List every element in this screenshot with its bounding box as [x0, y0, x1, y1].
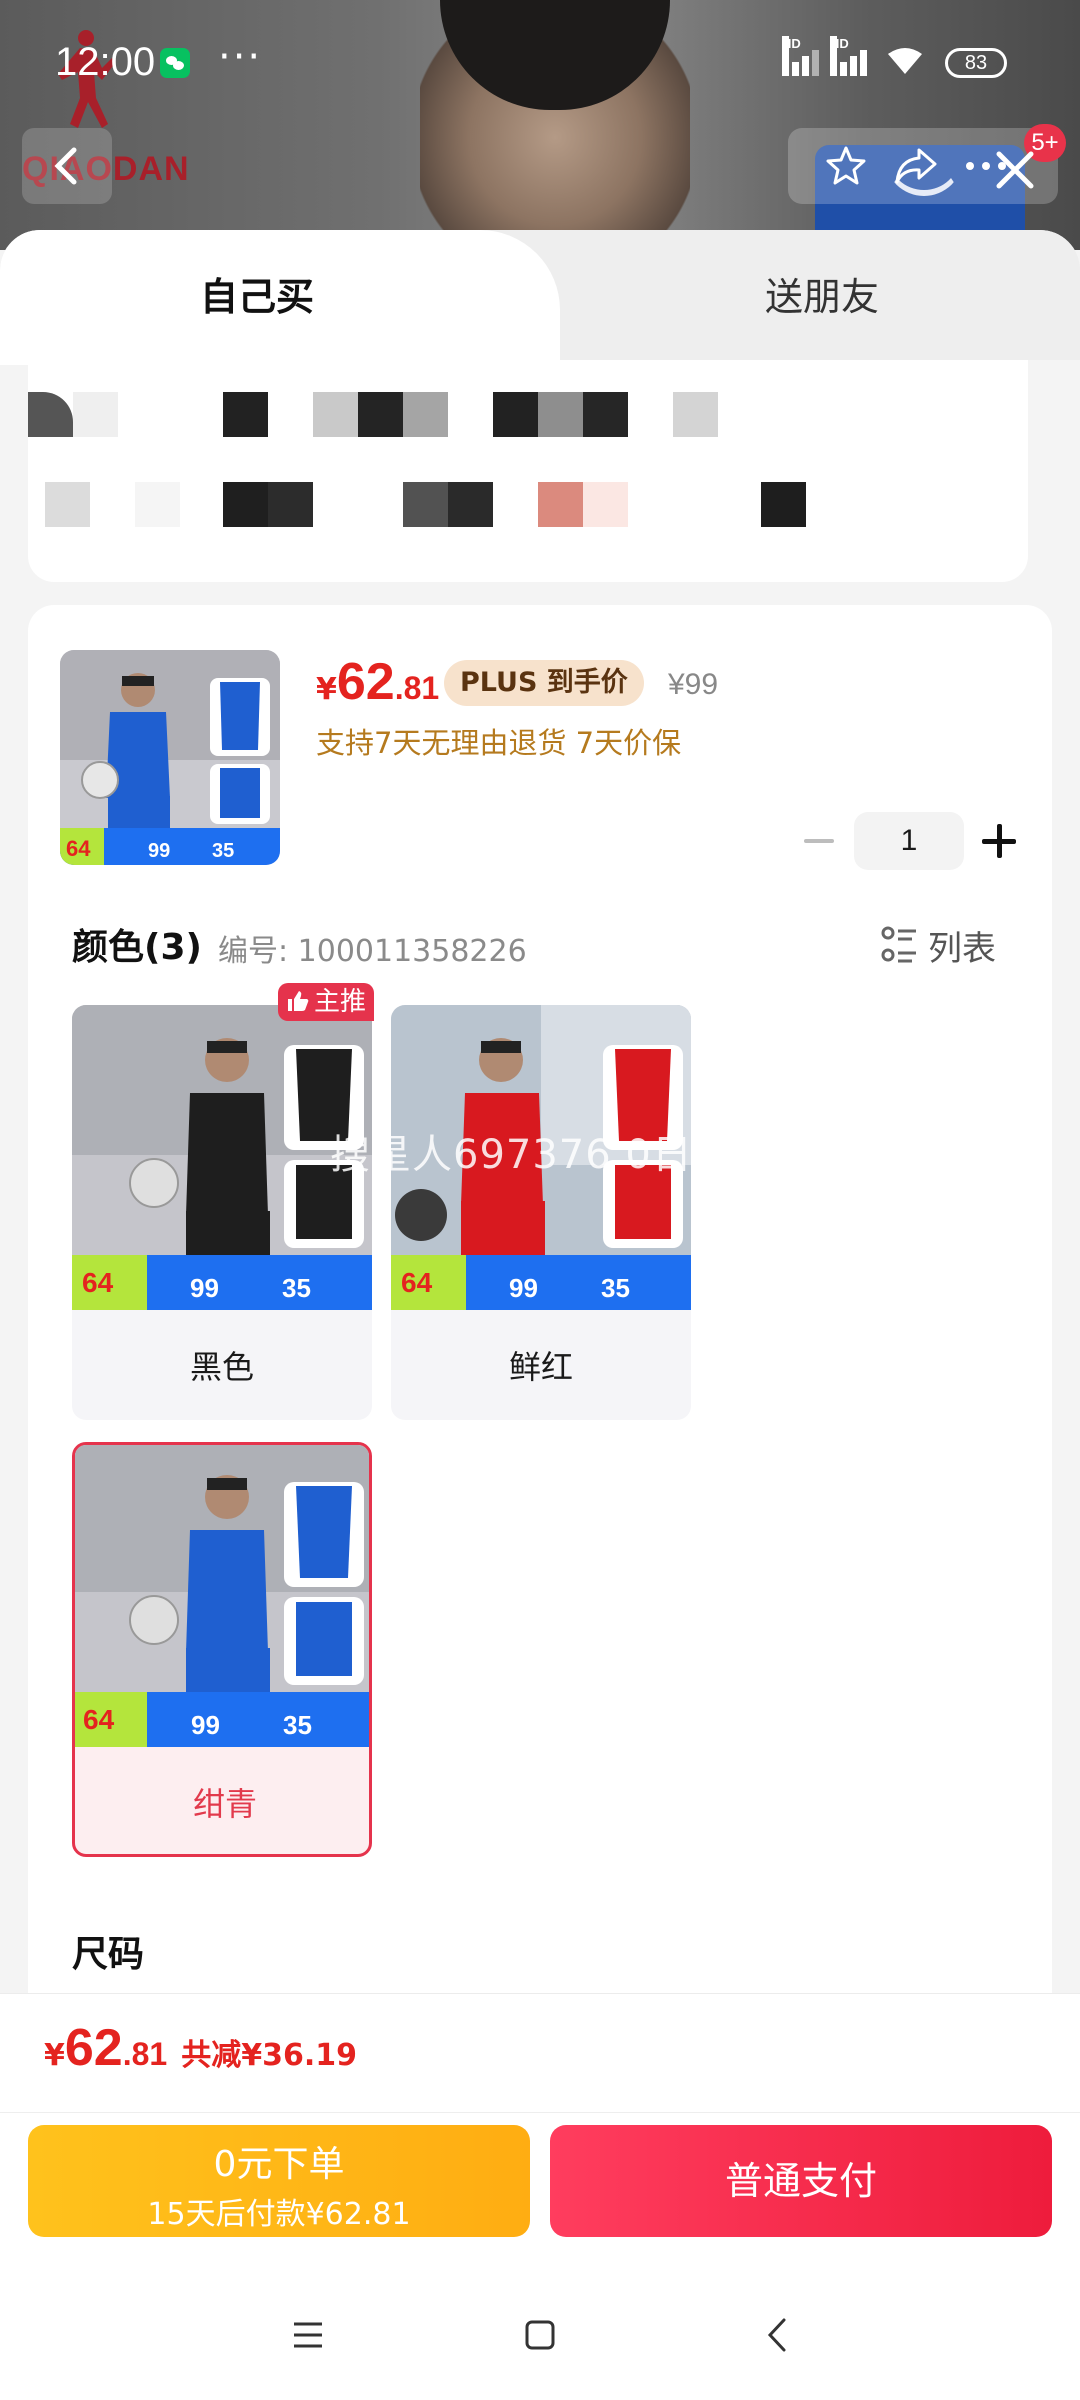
- battery-icon: 83: [945, 48, 1007, 78]
- redacted-block: [583, 392, 628, 437]
- original-price: ¥99: [668, 668, 719, 701]
- more-notifications-icon: ···: [218, 34, 263, 80]
- promo-value-b: 35: [282, 1273, 311, 1303]
- product-image: [60, 650, 280, 865]
- status-time: 12:00: [55, 40, 156, 84]
- color-option-image: [75, 1445, 369, 1747]
- price: ¥ 62 .81: [316, 652, 439, 722]
- promo-value-a: 99: [509, 1273, 538, 1303]
- redacted-block: [493, 392, 538, 437]
- color-option-red[interactable]: 64 99 35 鲜红: [391, 1005, 691, 1420]
- thumbs-up-icon: [288, 991, 309, 1011]
- tab-send-to-friend[interactable]: 送朋友: [765, 266, 879, 321]
- redacted-block: [583, 482, 628, 527]
- wechat-icon: [160, 48, 190, 78]
- back-arrow-icon: [767, 2318, 786, 2352]
- wifi-icon: [888, 48, 922, 74]
- total-price: ¥ 62 .81 共减¥36.19: [44, 2018, 357, 2078]
- service-tags: 支持7天无理由退货 7天价保: [316, 726, 682, 760]
- redacted-block: [403, 392, 448, 437]
- redacted-block: [673, 392, 718, 437]
- redacted-block: [223, 392, 268, 437]
- promo-value-b: 35: [283, 1710, 312, 1740]
- status-bar: 12:00 ··· HD HD 83: [0, 0, 1080, 125]
- redacted-block: [268, 482, 313, 527]
- redacted-block: [28, 392, 73, 437]
- total-decimal: .81: [122, 2036, 168, 2072]
- star-icon: [826, 146, 866, 185]
- standard-pay-button[interactable]: 普通支付: [550, 2125, 1052, 2237]
- list-view-toggle[interactable]: 列表: [880, 920, 996, 970]
- menu-icon: [294, 2322, 322, 2348]
- price-integer: 62: [336, 653, 395, 711]
- total-integer: 62: [64, 2019, 123, 2077]
- share-button[interactable]: [888, 138, 944, 194]
- price-decimal: .81: [394, 670, 440, 706]
- signal-icon-2: HD: [830, 36, 878, 76]
- increase-quantity-button[interactable]: [982, 824, 1016, 858]
- thumb-value-b: 35: [212, 840, 235, 862]
- close-icon: [996, 151, 1034, 189]
- zero-down-sublabel: 15天后付款¥62.81: [147, 2197, 411, 2232]
- price-currency: ¥: [316, 672, 337, 707]
- color-option-navy[interactable]: 64 99 35 绀青: [72, 1442, 372, 1857]
- chevron-left-icon: [54, 147, 77, 185]
- promo-value-b: 35: [601, 1273, 630, 1303]
- thumb-value-a: 99: [148, 840, 171, 862]
- color-option-image: [72, 1005, 372, 1310]
- product-thumbnail[interactable]: 64 99 35: [60, 650, 280, 865]
- promo-price-tag: 64: [83, 1704, 115, 1735]
- redacted-block: [223, 482, 268, 527]
- system-navigation-bar: [0, 2270, 1080, 2400]
- redacted-block: [313, 392, 358, 437]
- list-icon: [881, 926, 916, 963]
- system-back-button[interactable]: [748, 2310, 808, 2360]
- promo-value-a: 99: [191, 1710, 220, 1740]
- color-option-label: 黑色: [189, 1348, 254, 1386]
- home-square-icon: [525, 2320, 555, 2350]
- signal-icon: HD: [782, 36, 830, 76]
- redacted-block: [538, 392, 583, 437]
- back-button[interactable]: [22, 128, 112, 204]
- quantity-value[interactable]: 1: [854, 812, 964, 870]
- watermark-text: 搜星人697376 0日: [330, 1132, 693, 1178]
- zero-down-label: 0元下单: [213, 2144, 345, 2185]
- plus-price-badge: PLUS 到手价: [444, 660, 644, 706]
- size-heading: 尺码: [72, 1934, 145, 1975]
- redacted-block: [73, 392, 118, 437]
- redacted-block: [45, 482, 90, 527]
- home-button[interactable]: [510, 2310, 570, 2360]
- recommended-badge: 主推: [278, 983, 374, 1021]
- tab-buy-for-self[interactable]: 自己买: [0, 230, 560, 365]
- promo-price-tag: 64: [82, 1267, 114, 1298]
- redacted-block: [135, 482, 180, 527]
- favorite-button[interactable]: [818, 138, 874, 194]
- color-option-black[interactable]: 64 99 35 黑色: [72, 1005, 372, 1420]
- close-button[interactable]: [985, 140, 1045, 200]
- promo-price-tag: 64: [401, 1267, 433, 1298]
- quantity-stepper: 1: [790, 812, 1030, 870]
- redacted-block: [538, 482, 583, 527]
- decrease-quantity-button[interactable]: [804, 826, 834, 856]
- recent-apps-button[interactable]: [278, 2310, 338, 2360]
- list-toggle-label: 列表: [928, 928, 996, 969]
- zero-down-order-button[interactable]: 0元下单 15天后付款¥62.81: [28, 2125, 530, 2237]
- tab-label: 自己买: [200, 275, 315, 319]
- product-code: 编号: 100011358226: [218, 934, 527, 969]
- share-icon: [895, 148, 937, 184]
- thumb-price-tag: 64: [66, 836, 91, 861]
- redacted-block: [358, 392, 403, 437]
- redacted-block: [403, 482, 448, 527]
- color-option-label: 绀青: [192, 1785, 257, 1823]
- color-option-label: 鲜红: [508, 1348, 573, 1386]
- recommended-label: 主推: [314, 987, 367, 1017]
- divider: [0, 2112, 1080, 2113]
- redacted-block: [448, 482, 493, 527]
- promo-value-a: 99: [190, 1273, 219, 1303]
- redacted-block: [761, 482, 806, 527]
- color-heading: 颜色(3): [72, 927, 202, 968]
- total-currency: ¥: [44, 2038, 65, 2073]
- address-card[interactable]: [28, 360, 1028, 582]
- total-saving: 共减¥36.19: [181, 2038, 357, 2073]
